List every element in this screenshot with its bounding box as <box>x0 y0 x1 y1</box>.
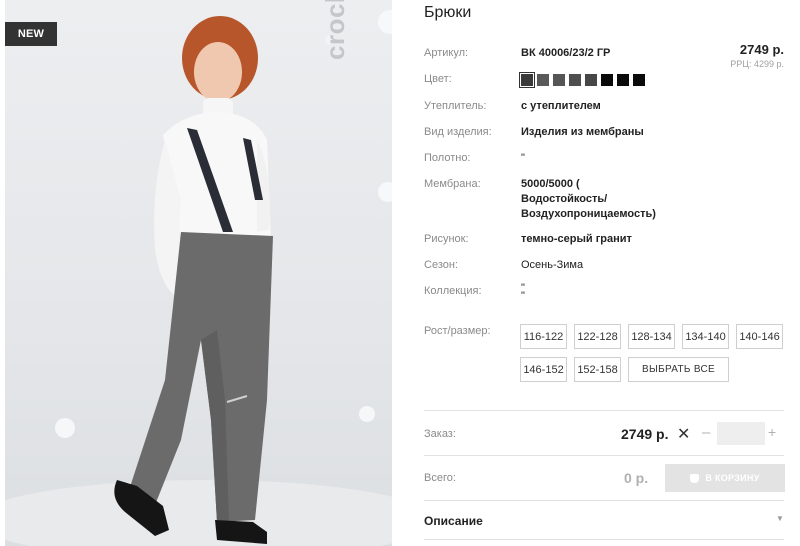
attr-value-fabric: " <box>521 152 525 164</box>
color-swatch[interactable] <box>569 74 581 86</box>
attr-label-insulation: Утеплитель: <box>424 100 487 112</box>
cart-icon <box>690 473 700 483</box>
color-swatch[interactable] <box>601 74 613 86</box>
size-option-134-140[interactable]: 134-140 <box>682 324 729 349</box>
attr-value-collection-line2: " <box>521 290 525 302</box>
product-photo-illustration <box>5 10 392 546</box>
color-swatch[interactable] <box>617 74 629 86</box>
order-price: 2749 р. <box>621 426 669 442</box>
attr-label-collection: Коллекция: <box>424 285 482 297</box>
total-sum: 0 р. <box>624 470 649 486</box>
color-swatch[interactable] <box>519 72 535 88</box>
chevron-down-icon[interactable]: ▼ <box>776 514 784 523</box>
divider <box>424 539 784 540</box>
attr-value-pattern: темно-серый гранит <box>521 233 632 245</box>
attr-value-season: Осень-Зима <box>521 259 584 271</box>
total-label: Всего: <box>424 472 456 484</box>
size-option-122-128[interactable]: 122-128 <box>574 324 621 349</box>
select-all-sizes-button[interactable]: ВЫБРАТЬ ВСЕ <box>628 357 729 382</box>
quantity-increase-button[interactable]: + <box>768 424 776 440</box>
brand-logo: crockid <box>320 0 350 60</box>
attr-label-season: Сезон: <box>424 259 458 271</box>
color-swatch[interactable] <box>633 74 645 86</box>
attr-value-insulation: с утеплителем <box>521 100 601 112</box>
attr-value-membrane-line2: Водостойкость/ <box>521 193 608 205</box>
attr-value-membrane-line1: 5000/5000 ( <box>521 178 580 190</box>
add-to-cart-button[interactable]: В КОРЗИНУ <box>665 464 785 492</box>
add-to-cart-label: В КОРЗИНУ <box>705 473 760 483</box>
attr-label-membrane: Мембрана: <box>424 178 481 190</box>
product-photo[interactable] <box>5 0 392 546</box>
size-option-140-146[interactable]: 140-146 <box>736 324 783 349</box>
quantity-decrease-button[interactable]: – <box>702 424 710 441</box>
attr-label-article: Артикул: <box>424 47 469 59</box>
product-rrp: РРЦ: 4299 р. <box>730 59 784 69</box>
size-option-116-122[interactable]: 116-122 <box>520 324 567 349</box>
attr-value-membrane-line3: Воздухопроницаемость) <box>521 208 656 220</box>
color-swatch[interactable] <box>537 74 549 86</box>
attr-label-fabric: Полотно: <box>424 152 471 164</box>
divider <box>424 455 784 456</box>
product-title: Брюки <box>424 4 472 21</box>
description-toggle[interactable]: Описание <box>424 514 483 528</box>
color-swatch[interactable] <box>553 74 565 86</box>
product-price: 2749 р. <box>739 42 784 57</box>
size-option-146-152[interactable]: 146-152 <box>520 357 567 382</box>
attr-label-pattern: Рисунок: <box>424 233 469 245</box>
sizes-label: Рост/размер: <box>424 325 491 337</box>
divider <box>424 410 784 411</box>
color-swatch[interactable] <box>585 74 597 86</box>
remove-icon[interactable]: ✕ <box>677 424 690 444</box>
attr-value-article: ВК 40006/23/2 ГР <box>521 47 611 59</box>
quantity-input[interactable] <box>717 422 765 445</box>
size-option-152-158[interactable]: 152-158 <box>574 357 621 382</box>
new-badge: NEW <box>5 22 57 46</box>
attr-label-type: Вид изделия: <box>424 126 492 138</box>
size-option-128-134[interactable]: 128-134 <box>628 324 675 349</box>
attr-value-type: Изделия из мембраны <box>521 126 644 138</box>
attr-label-color: Цвет: <box>424 73 452 85</box>
divider <box>424 500 784 501</box>
order-label: Заказ: <box>424 428 456 440</box>
color-swatches <box>519 72 645 88</box>
